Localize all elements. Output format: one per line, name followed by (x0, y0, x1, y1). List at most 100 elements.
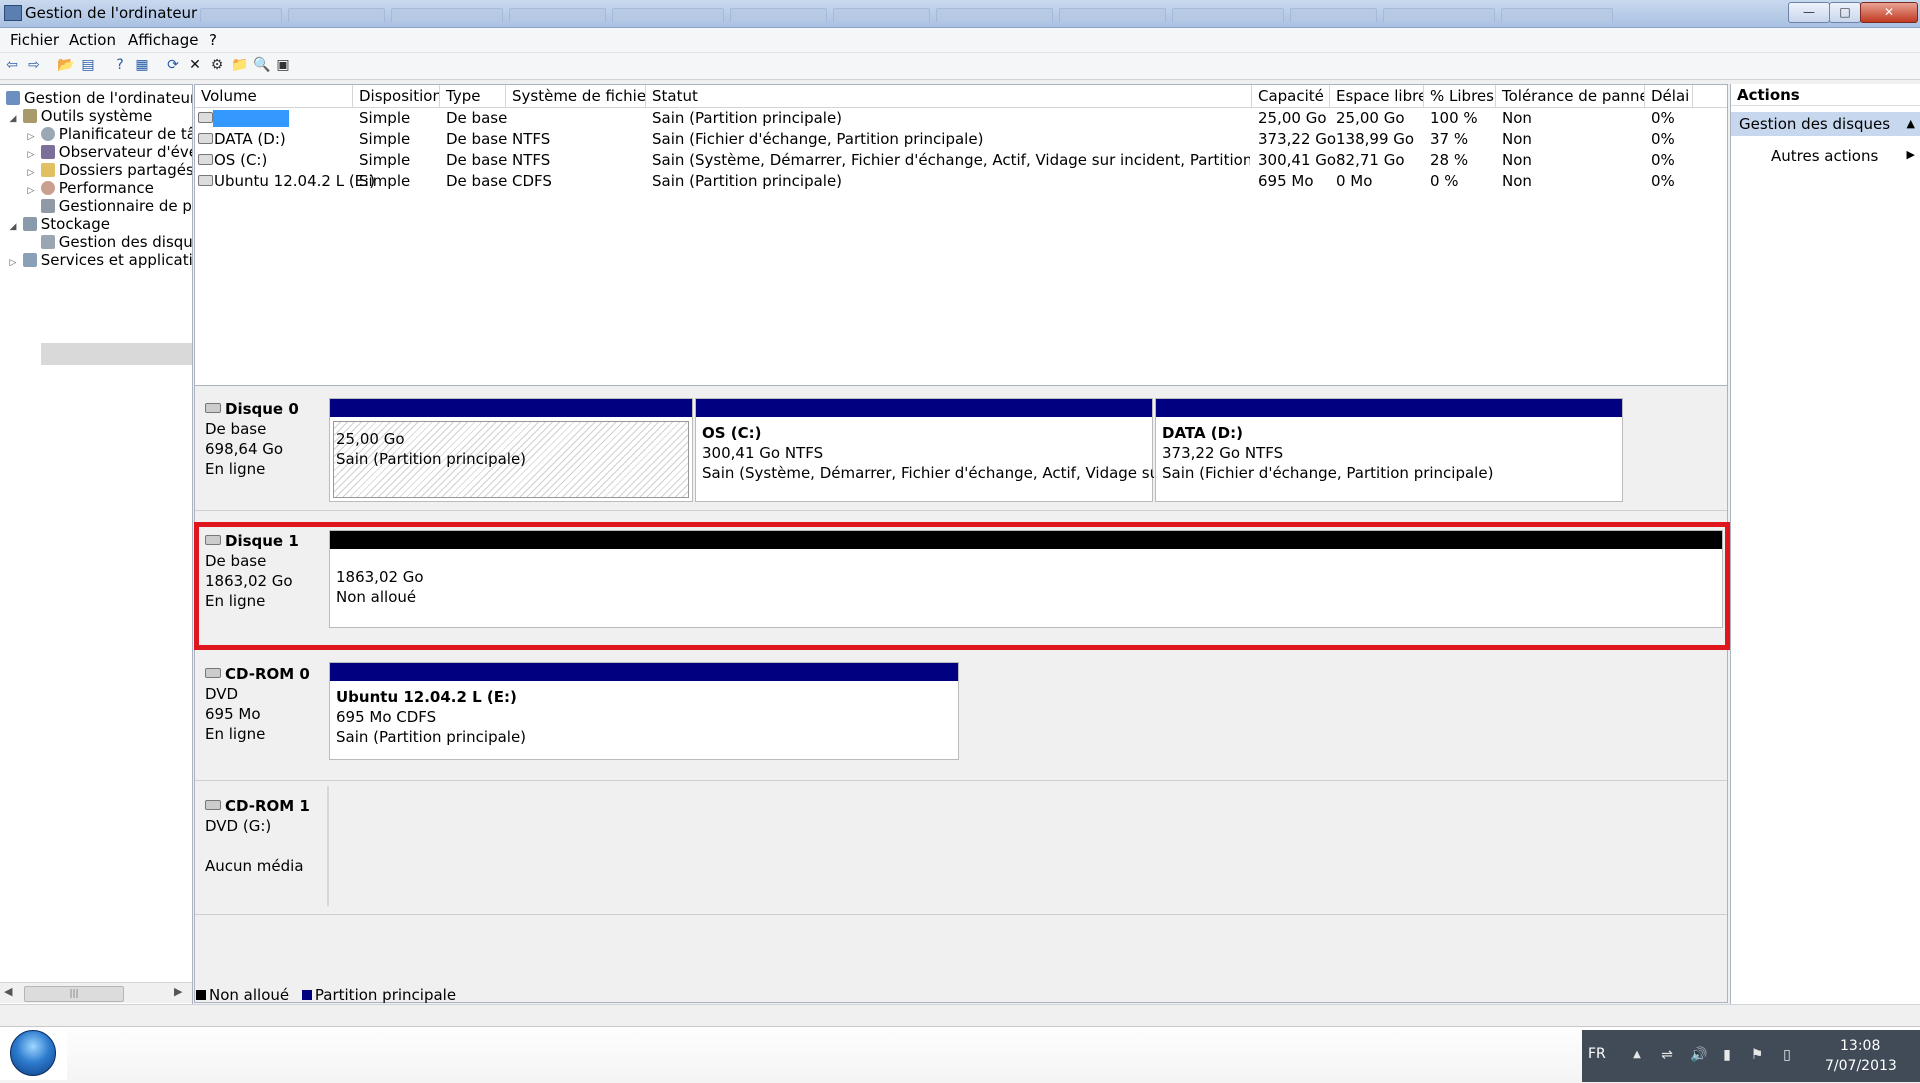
actions-pane: Actions Gestion des disques ▲ Autres act… (1730, 84, 1920, 1004)
primary-partition-bar (330, 663, 958, 681)
back-arrow-icon[interactable]: ⇦ (4, 57, 20, 73)
drive-icon (198, 112, 213, 123)
primary-partition-bar (1156, 399, 1622, 417)
up-folder-icon[interactable]: 📂 (57, 57, 74, 73)
computer-management-app-icon (4, 5, 22, 21)
power-icon[interactable]: ▯ (1780, 1048, 1794, 1062)
scroll-left-icon[interactable]: ◀ (4, 985, 12, 998)
export-icon[interactable]: ▣ (275, 57, 291, 73)
menu-bar: Fichier Action Affichage ? (0, 28, 1920, 53)
close-button[interactable]: ✕ (1860, 2, 1918, 23)
table-row[interactable]: Simple De base Sain (Partition principal… (195, 108, 1727, 129)
tree-selection-highlight (41, 343, 192, 365)
menu-affichage[interactable]: Affichage (128, 31, 198, 49)
primary-partition-bar (696, 399, 1152, 417)
drive-icon (198, 154, 213, 165)
column-disposition[interactable]: Disposition (353, 85, 440, 107)
settings-icon[interactable]: ⚙ (209, 57, 225, 73)
start-button[interactable] (10, 1030, 56, 1076)
tree-horizontal-scrollbar[interactable]: ◀ ||| ▶ (0, 982, 192, 1003)
volume-list: Volume Disposition Type Système de fichi… (194, 84, 1728, 386)
show-hidden-icons-icon[interactable]: ▲ (1630, 1048, 1644, 1062)
expand-icon[interactable]: ▷ (8, 252, 18, 274)
performance-icon (40, 181, 55, 195)
cdrom-0-info[interactable]: CD-ROM 0 DVD 695 Mo En ligne (205, 664, 310, 744)
drive-icon (198, 133, 213, 144)
primary-partition-bar (330, 399, 692, 417)
highlight-box (194, 522, 1730, 650)
primary-partition-swatch (301, 990, 312, 1000)
actions-disk-management[interactable]: Gestion des disques ▲ (1731, 112, 1920, 136)
language-indicator[interactable]: FR (1588, 1046, 1606, 1062)
table-row[interactable]: OS (C:) Simple De base NTFS Sain (Systèm… (195, 150, 1727, 171)
minimize-button[interactable]: — (1788, 2, 1830, 23)
title-bar: Gestion de l'ordinateur — □ ✕ (0, 0, 1920, 28)
services-icon (22, 253, 37, 267)
actions-more-actions[interactable]: Autres actions (1771, 146, 1878, 166)
actions-header: Actions (1731, 84, 1920, 106)
partition-os-c[interactable]: OS (C:) 300,41 Go NTFS Sain (Système, Dé… (695, 398, 1154, 502)
selected-volume-name (213, 110, 289, 127)
system-tray: FR ▲ ⇌ 🔊 ▮ ⚑ ▯ 13:08 7/07/2013 (1582, 1030, 1920, 1082)
submenu-arrow-icon: ▶ (1906, 148, 1915, 161)
network-icon[interactable]: ⇌ (1660, 1048, 1674, 1062)
volume-icon[interactable]: 🔊 (1690, 1048, 1707, 1062)
expand-icon[interactable]: ◢ (8, 216, 18, 238)
column-percent-free[interactable]: % Libres (1424, 85, 1496, 107)
device-manager-icon (40, 199, 55, 213)
computer-icon (6, 91, 20, 105)
hard-disk-icon (205, 403, 221, 413)
clock-time[interactable]: 13:08 (1840, 1038, 1880, 1054)
partition-ubuntu-e[interactable]: Ubuntu 12.04.2 L (E:) 695 Mo CDFS Sain (… (329, 662, 959, 760)
table-row[interactable]: DATA (D:) Simple De base NTFS Sain (Fich… (195, 129, 1727, 150)
menu-action[interactable]: Action (69, 31, 116, 49)
signal-icon[interactable]: ▮ (1720, 1048, 1734, 1062)
disk-management-icon (40, 235, 55, 249)
show-hide-tree-icon[interactable]: ▤ (80, 57, 96, 73)
column-overhead[interactable]: Délai (1645, 85, 1693, 107)
maximize-button[interactable]: □ (1829, 2, 1861, 23)
action-center-flag-icon[interactable]: ⚑ (1750, 1048, 1764, 1062)
properties-icon[interactable]: ▦ (134, 57, 150, 73)
tools-icon (22, 109, 37, 123)
legend: Non alloué Partition principale (196, 986, 456, 1006)
column-free-space[interactable]: Espace libre (1330, 85, 1424, 107)
disk-graphical-view: Disque 0 De base 698,64 Go En ligne 25,0… (194, 386, 1728, 1003)
toolbar: ⇦ ⇨ 📂 ▤ ? ▦ ⟳ ✕ ⚙ 📁 🔍 ▣ (0, 53, 1920, 80)
collapse-icon[interactable]: ▲ (1907, 112, 1915, 136)
forward-arrow-icon[interactable]: ⇨ (26, 57, 42, 73)
cd-drive-icon (198, 175, 213, 186)
navigation-tree: Gestion de l'ordinateur (l ◢ Outils syst… (0, 84, 193, 1006)
window-title: Gestion de l'ordinateur (25, 4, 198, 22)
menu-fichier[interactable]: Fichier (10, 31, 59, 49)
tree-item-services-applications[interactable]: ▷ Services et applicatior (8, 249, 192, 274)
expand-icon[interactable]: ◢ (8, 108, 18, 130)
status-bar (0, 1004, 1920, 1027)
column-capacity[interactable]: Capacité (1252, 85, 1330, 107)
column-filesystem[interactable]: Système de fichiers (506, 85, 646, 107)
clock-date[interactable]: 7/07/2013 (1825, 1058, 1897, 1074)
disk-0-info[interactable]: Disque 0 De base 698,64 Go En ligne (205, 399, 299, 479)
refresh-icon[interactable]: ⟳ (165, 57, 181, 73)
column-fault-tolerance[interactable]: Tolérance de pannes (1496, 85, 1645, 107)
delete-icon[interactable]: ✕ (187, 57, 203, 73)
cd-drive-icon (205, 800, 221, 810)
column-volume[interactable]: Volume (195, 85, 353, 107)
shared-folder-icon (40, 163, 55, 177)
scroll-thumb[interactable]: ||| (24, 986, 124, 1002)
column-status[interactable]: Statut (646, 85, 1252, 107)
open-icon[interactable]: 📁 (231, 57, 248, 73)
partition-data-d[interactable]: DATA (D:) 373,22 Go NTFS Sain (Fichier d… (1155, 398, 1623, 502)
unallocated-swatch (196, 990, 206, 1000)
menu-help[interactable]: ? (209, 31, 217, 49)
column-type[interactable]: Type (440, 85, 506, 107)
volume-list-header: Volume Disposition Type Système de fichi… (195, 85, 1727, 108)
cdrom-1-info[interactable]: CD-ROM 1 DVD (G:) Aucun média (205, 796, 310, 876)
help-icon[interactable]: ? (112, 57, 128, 73)
search-icon[interactable]: 🔍 (253, 57, 270, 73)
partition-unlabeled-25go[interactable]: 25,00 Go Sain (Partition principale) (329, 398, 693, 502)
storage-icon (22, 217, 37, 231)
scroll-right-icon[interactable]: ▶ (174, 985, 182, 998)
clock-icon (40, 127, 55, 141)
table-row[interactable]: Ubuntu 12.04.2 L (E:) Simple De base CDF… (195, 171, 1727, 192)
